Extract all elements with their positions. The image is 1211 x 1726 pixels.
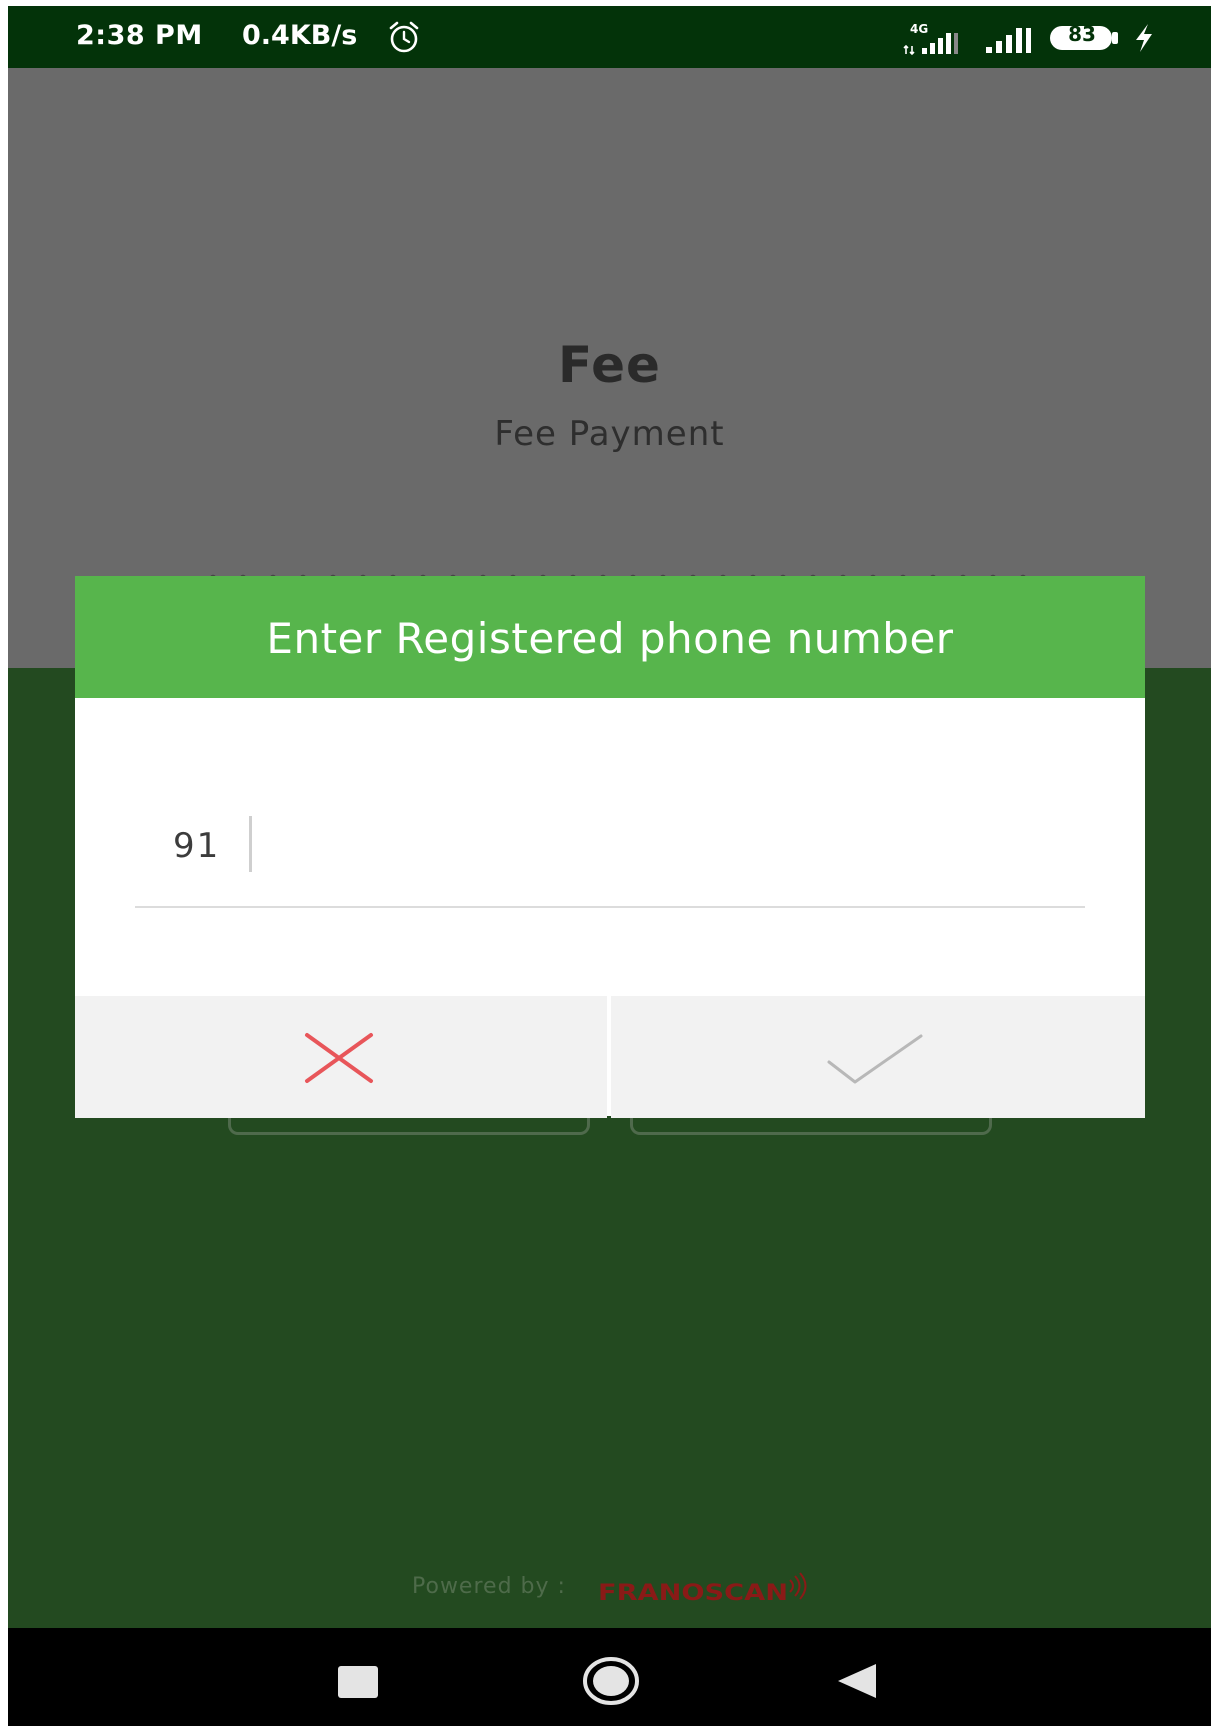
cancel-button[interactable] (75, 996, 607, 1118)
dialog-header: Enter Registered phone number (75, 576, 1145, 698)
phone-number-dialog: Enter Registered phone number 91 (75, 576, 1145, 1118)
page-subtitle: Fee Payment (494, 414, 725, 454)
network-speed: 0.4KB/s (242, 20, 358, 51)
cellular-4g-signal-icon: 4G (903, 22, 958, 56)
powered-by-label: Powered by : (412, 1574, 566, 1599)
cellular-signal-icon (986, 28, 1031, 53)
lightning-bolt-icon (1136, 24, 1152, 52)
page-title: Fee (558, 336, 661, 394)
dialog-title: Enter Registered phone number (266, 614, 954, 663)
alarm-clock-icon (389, 21, 419, 53)
circle-icon[interactable] (582, 1656, 640, 1706)
square-icon[interactable] (338, 1666, 378, 1698)
brand-logo: FRANOSCAN (598, 1572, 807, 1606)
confirm-button[interactable] (611, 996, 1145, 1118)
phone-input-row: 91 (135, 816, 1085, 908)
status-bar: 2:38 PM 0.4KB/s 4G 83 (8, 6, 1211, 68)
triangle-back-icon[interactable] (836, 1662, 878, 1700)
country-code-divider (249, 816, 252, 872)
country-code[interactable]: 91 (173, 826, 220, 866)
app-screen: 2:38 PM 0.4KB/s 4G 83 Fee Fee Payment Po… (8, 6, 1211, 1726)
brand-name: FRANOSCAN (598, 1581, 788, 1606)
close-x-icon (305, 1033, 373, 1083)
phone-number-input[interactable] (265, 816, 1069, 878)
battery-level: 83 (1068, 22, 1096, 46)
dialog-actions (75, 996, 1145, 1118)
status-time: 2:38 PM (76, 20, 203, 51)
checkmark-icon (827, 1034, 923, 1084)
network-type-label: 4G (910, 22, 928, 36)
